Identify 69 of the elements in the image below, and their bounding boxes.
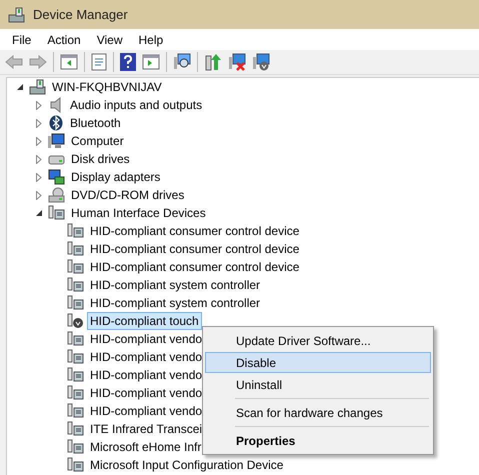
computer-icon <box>8 6 25 22</box>
collapsed-arrow-icon[interactable] <box>36 118 42 128</box>
hid-device-icon <box>67 457 84 473</box>
menu-item[interactable]: File <box>4 32 40 46</box>
bluetooth-icon <box>48 115 64 131</box>
computer-icon <box>29 79 46 95</box>
hid-device-icon <box>67 421 84 437</box>
tree-item[interactable]: Microsoft eHome Infr <box>87 438 204 456</box>
tree-item[interactable]: DVD/CD-ROM drives <box>68 186 188 204</box>
collapsed-arrow-icon[interactable] <box>36 136 42 146</box>
tree-item[interactable]: Microsoft Input Configuration Device <box>87 456 286 474</box>
context-menu-item[interactable]: Scan for hardware changes <box>205 402 431 423</box>
tree-item[interactable]: Bluetooth <box>67 114 124 132</box>
window-title: Device Manager <box>33 7 128 22</box>
console-tree-icon[interactable] <box>60 54 78 70</box>
tree-item[interactable]: ITE Infrared Transcei <box>87 420 206 438</box>
hid-device-icon <box>67 241 84 257</box>
tree-item[interactable]: Display adapters <box>68 168 164 186</box>
hid-device-icon <box>67 349 84 365</box>
tree-item[interactable]: WIN-FKQHBVNIJAV <box>49 78 165 96</box>
update-driver-icon[interactable] <box>204 53 222 71</box>
hid-device-icon <box>67 439 84 455</box>
tree-item[interactable]: HID-compliant vendo <box>87 384 206 402</box>
hid-device-icon <box>67 259 84 275</box>
hid-device-icon <box>67 295 84 311</box>
tree-item[interactable]: HID-compliant consumer control device <box>87 222 302 240</box>
hid-device-icon <box>48 205 65 221</box>
hid-device-icon <box>67 385 84 401</box>
tree-item[interactable]: HID-compliant vendo <box>87 366 206 384</box>
hid-device-icon <box>67 277 84 293</box>
hid-device-icon <box>67 403 84 419</box>
display-adapter-icon <box>48 169 65 185</box>
context-menu-item[interactable]: Disable <box>205 352 431 373</box>
menu-item[interactable]: Action <box>39 32 89 46</box>
hid-device-icon <box>67 223 84 239</box>
tree-item[interactable]: HID-compliant touch <box>87 312 202 330</box>
tree-item[interactable]: HID-compliant vendo <box>87 330 206 348</box>
menu-item[interactable]: View <box>88 32 130 46</box>
collapsed-arrow-icon[interactable] <box>36 154 42 164</box>
tree-item[interactable]: HID-compliant vendo <box>87 402 206 420</box>
uninstall-device-icon[interactable] <box>252 53 270 71</box>
monitor-icon <box>48 133 65 149</box>
dvd-drive-icon <box>48 187 65 203</box>
collapsed-arrow-icon[interactable] <box>36 172 42 182</box>
properties-icon[interactable] <box>91 53 107 71</box>
expanded-arrow-icon[interactable] <box>16 84 24 90</box>
action-pane-icon[interactable] <box>142 54 160 70</box>
help-icon[interactable] <box>120 53 136 71</box>
tree-item[interactable]: HID-compliant vendo <box>87 348 206 366</box>
tree-item[interactable]: Disk drives <box>68 150 133 168</box>
tree-item[interactable]: Audio inputs and outputs <box>67 96 206 114</box>
context-menu-item[interactable]: Properties <box>205 430 431 451</box>
context-menu-item[interactable]: Uninstall <box>205 374 431 395</box>
tree-item[interactable]: HID-compliant system controller <box>87 276 264 294</box>
scan-monitor-icon[interactable] <box>173 53 191 71</box>
disable-device-icon[interactable] <box>228 53 246 71</box>
menu-item[interactable]: Help <box>130 32 172 46</box>
context-menu-item[interactable]: Update Driver Software... <box>205 330 431 351</box>
tree-item[interactable]: HID-compliant consumer control device <box>87 240 302 258</box>
collapsed-arrow-icon[interactable] <box>36 100 42 110</box>
tree-item[interactable]: Computer <box>68 132 127 150</box>
hid-device-icon <box>67 331 84 347</box>
expanded-arrow-icon[interactable] <box>36 210 42 216</box>
collapsed-arrow-icon[interactable] <box>36 190 42 200</box>
tree-item[interactable]: HID-compliant system controller <box>87 294 264 312</box>
hid-device-icon <box>67 367 84 383</box>
hid-device-disabled-icon <box>67 313 84 329</box>
tree-item[interactable]: Human Interface Devices <box>68 204 209 222</box>
tree-item[interactable]: HID-compliant consumer control device <box>87 258 302 276</box>
